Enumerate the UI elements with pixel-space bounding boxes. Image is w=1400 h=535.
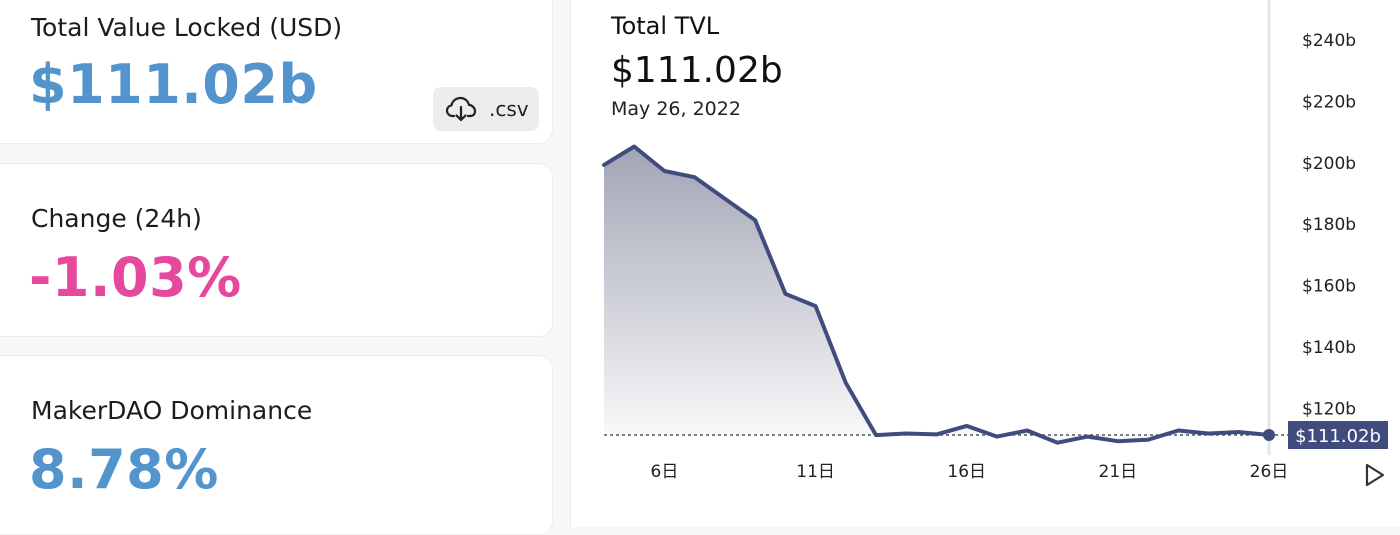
data-point-16: [965, 424, 969, 428]
x-tick-label: 21日: [1099, 462, 1138, 482]
y-tick-label: $160b: [1302, 277, 1356, 297]
data-point-10: [783, 292, 787, 296]
data-point-9: [753, 218, 757, 222]
current-value-badge-label: $111.02b: [1295, 426, 1381, 447]
data-point-7: [693, 175, 697, 179]
chart-date: May 26, 2022: [611, 98, 741, 120]
data-point-13: [874, 433, 878, 437]
data-point-18: [1025, 428, 1029, 432]
data-point-8: [723, 197, 727, 201]
data-point-14: [904, 432, 908, 436]
data-point-21: [1116, 439, 1120, 443]
data-point-19: [1055, 441, 1059, 445]
x-tick-label: 26日: [1250, 462, 1289, 482]
play-icon[interactable]: [1364, 463, 1386, 487]
data-point-12: [844, 381, 848, 385]
y-tick-label: $140b: [1302, 338, 1356, 358]
y-tick-label: $200b: [1302, 154, 1356, 174]
data-point-6: [662, 169, 666, 173]
x-tick-label: 6日: [651, 462, 679, 482]
data-point-25: [1237, 430, 1241, 434]
data-point-4: [602, 163, 606, 167]
data-point-20: [1086, 435, 1090, 439]
x-tick-label: 16日: [947, 462, 986, 482]
data-point-17: [995, 435, 999, 439]
y-tick-label: $220b: [1302, 92, 1356, 112]
y-tick-label: $120b: [1302, 399, 1356, 419]
data-point-11: [814, 304, 818, 308]
data-point-24: [1207, 432, 1211, 436]
y-tick-label: $240b: [1302, 31, 1356, 51]
chart-current-value: $111.02b: [611, 50, 783, 91]
data-point-22: [1146, 438, 1150, 442]
data-point-23: [1176, 428, 1180, 432]
x-tick-label: 11日: [796, 462, 835, 482]
current-value-marker: [1263, 429, 1275, 441]
data-point-5: [632, 144, 636, 148]
tvl-area-fill: [604, 146, 1269, 443]
data-point-15: [935, 432, 939, 436]
y-tick-label: $180b: [1302, 215, 1356, 235]
chart-title: Total TVL: [611, 12, 720, 40]
